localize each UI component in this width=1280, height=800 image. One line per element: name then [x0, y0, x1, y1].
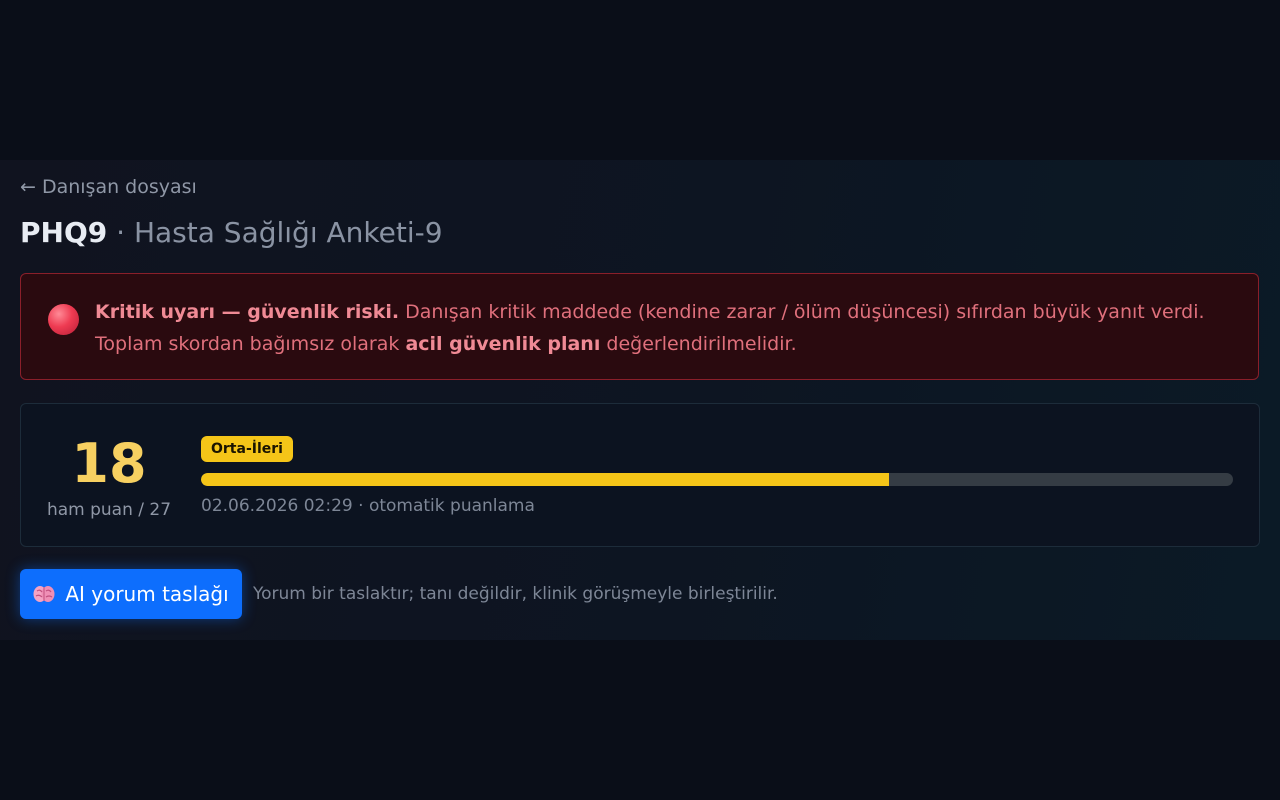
alert-emphasis: acil güvenlik planı — [405, 333, 601, 355]
ai-disclaimer: Yorum bir taslaktır; tanı değildir, klin… — [253, 584, 778, 604]
brain-icon — [33, 586, 55, 602]
title-separator: · — [107, 216, 134, 249]
ai-draft-button-label: AI yorum taslağı — [65, 582, 229, 606]
severity-badge: Orta-İleri — [201, 436, 293, 462]
score-caption: ham puan / 27 — [46, 500, 172, 520]
test-name: Hasta Sağlığı Anketi-9 — [133, 216, 443, 249]
test-code: PHQ9 — [20, 216, 108, 249]
page-title: PHQ9 · Hasta Sağlığı Anketi-9 — [20, 214, 443, 252]
ai-draft-button[interactable]: AI yorum taslağı — [20, 569, 242, 619]
score-meta: 02.06.2026 02:29 · otomatik puanlama — [201, 496, 535, 516]
score-progress-fill — [201, 473, 889, 486]
alert-message: Kritik uyarı — güvenlik riski. Danışan k… — [95, 296, 1245, 360]
alert-text-part2: değerlendirilmelidir. — [600, 333, 797, 355]
score-value: 18 — [71, 432, 147, 495]
score-card: 18 ham puan / 27 Orta-İleri 02.06.2026 0… — [20, 403, 1260, 547]
critical-alert: Kritik uyarı — güvenlik riski. Danışan k… — [20, 273, 1259, 380]
back-link-client-file[interactable]: ← Danışan dosyası — [20, 176, 197, 198]
score-progress-bar — [201, 473, 1233, 486]
alert-title: Kritik uyarı — güvenlik riski. — [95, 301, 400, 323]
red-circle-icon — [48, 304, 79, 335]
